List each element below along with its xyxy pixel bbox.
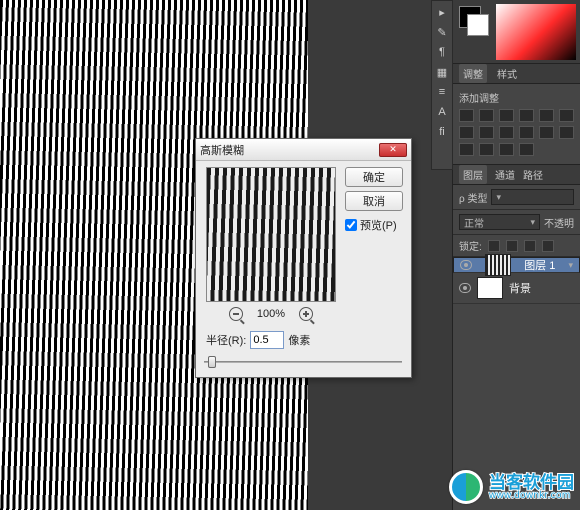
- adj-lookup-icon[interactable]: [519, 126, 534, 139]
- adj-mixer-icon[interactable]: [499, 126, 514, 139]
- preview-label: 预览(P): [360, 217, 397, 233]
- color-picker-panel: [453, 0, 580, 64]
- layer-thumbnail[interactable]: [485, 254, 511, 276]
- radius-slider[interactable]: [204, 355, 402, 369]
- tab-channels[interactable]: 通道: [495, 167, 515, 182]
- text-icon[interactable]: ¶: [435, 45, 449, 59]
- watermark-logo-icon: [449, 470, 483, 504]
- adjust-panel-tabs: 调整 样式: [453, 64, 580, 84]
- dialog-titlebar[interactable]: 高斯模糊 ✕: [196, 139, 411, 161]
- dialog-title: 高斯模糊: [200, 142, 244, 158]
- opacity-label: 不透明: [544, 215, 574, 230]
- adj-levels-icon[interactable]: [479, 109, 494, 122]
- lock-fill-icon[interactable]: [542, 240, 554, 252]
- watermark-url: www.downkr.com: [489, 491, 574, 501]
- lock-pixels-icon[interactable]: [488, 240, 500, 252]
- adj-vibrance-icon[interactable]: [539, 109, 554, 122]
- radius-label: 半径(R):: [206, 332, 246, 348]
- radius-input[interactable]: [250, 331, 284, 349]
- visibility-icon[interactable]: [460, 260, 472, 270]
- watermark-title: 当客软件园: [489, 474, 574, 491]
- kind-label: ρ 类型: [459, 190, 487, 205]
- vertical-toolstrip: ▸ ✎ ¶ ▦ ≡ A fi: [431, 0, 453, 170]
- kind-select[interactable]: [491, 189, 574, 205]
- cancel-button[interactable]: 取消: [345, 191, 403, 211]
- close-icon[interactable]: ✕: [379, 143, 407, 157]
- layers-panel: 图层 通道 路径 ρ 类型 正常 不透明 锁定: 图层 1 背景: [453, 165, 580, 304]
- lock-row: 锁定:: [453, 235, 580, 257]
- layer-row[interactable]: 图层 1: [453, 257, 580, 273]
- layer-name: 背景: [509, 280, 531, 296]
- visibility-icon[interactable]: [459, 283, 471, 293]
- arrow-icon[interactable]: ▸: [435, 5, 449, 19]
- brush-icon[interactable]: ✎: [435, 25, 449, 39]
- adj-select-icon[interactable]: [499, 143, 514, 156]
- adj-brightness-icon[interactable]: [459, 109, 474, 122]
- layer-name: 图层 1: [524, 257, 555, 273]
- add-adjustment-label: 添加调整: [459, 90, 574, 105]
- adj-more-icon[interactable]: [519, 143, 534, 156]
- layer-row[interactable]: 背景: [453, 273, 580, 304]
- ok-button[interactable]: 确定: [345, 167, 403, 187]
- adj-poster-icon[interactable]: [559, 126, 574, 139]
- paragraph-icon[interactable]: fi: [435, 125, 449, 139]
- lock-label: 锁定:: [459, 238, 482, 253]
- adj-curves-icon[interactable]: [499, 109, 514, 122]
- lock-position-icon[interactable]: [506, 240, 518, 252]
- blend-mode-select[interactable]: 正常: [459, 214, 540, 230]
- radius-unit: 像素: [288, 332, 310, 348]
- blur-preview[interactable]: [206, 167, 336, 302]
- tab-layers[interactable]: 图层: [459, 165, 487, 184]
- char-icon[interactable]: A: [435, 105, 449, 119]
- adj-thresh-icon[interactable]: [459, 143, 474, 156]
- tab-adjustments[interactable]: 调整: [459, 64, 487, 83]
- ruler-icon[interactable]: ≡: [435, 85, 449, 99]
- adjustments-panel: 添加调整: [453, 84, 580, 165]
- layer-thumbnail[interactable]: [477, 277, 503, 299]
- layer-list: 图层 1 背景: [453, 257, 580, 304]
- adj-photo-icon[interactable]: [479, 126, 494, 139]
- layers-panel-tabs: 图层 通道 路径: [453, 165, 580, 185]
- adj-exposure-icon[interactable]: [519, 109, 534, 122]
- adj-hue-icon[interactable]: [559, 109, 574, 122]
- preview-checkbox[interactable]: [345, 219, 357, 231]
- adj-invert-icon[interactable]: [539, 126, 554, 139]
- tab-paths[interactable]: 路径: [523, 167, 543, 182]
- lock-all-icon[interactable]: [524, 240, 536, 252]
- preview-checkbox-row[interactable]: 预览(P): [345, 217, 403, 233]
- zoom-out-icon[interactable]: [229, 307, 243, 321]
- swatch-icon[interactable]: ▦: [435, 65, 449, 79]
- gaussian-blur-dialog: 高斯模糊 ✕ 确定 取消 预览(P) 100% 半径(R): 像素: [195, 138, 412, 378]
- watermark: 当客软件园 www.downkr.com: [449, 470, 574, 504]
- layer-filter-row: ρ 类型: [453, 185, 580, 210]
- adj-bw-icon[interactable]: [459, 126, 474, 139]
- zoom-value: 100%: [257, 308, 285, 320]
- tab-styles[interactable]: 样式: [497, 66, 517, 81]
- background-swatch[interactable]: [467, 14, 489, 36]
- adj-grad-icon[interactable]: [479, 143, 494, 156]
- right-panels: ▸ ✎ ¶ ▦ ≡ A fi 调整 样式 添加调整 图层 通道 路径: [452, 0, 580, 510]
- slider-thumb[interactable]: [208, 356, 216, 368]
- color-field[interactable]: [496, 4, 576, 60]
- zoom-controls: 100%: [206, 307, 336, 321]
- radius-row: 半径(R): 像素: [206, 331, 310, 349]
- blend-row: 正常 不透明: [453, 210, 580, 235]
- zoom-in-icon[interactable]: [299, 307, 313, 321]
